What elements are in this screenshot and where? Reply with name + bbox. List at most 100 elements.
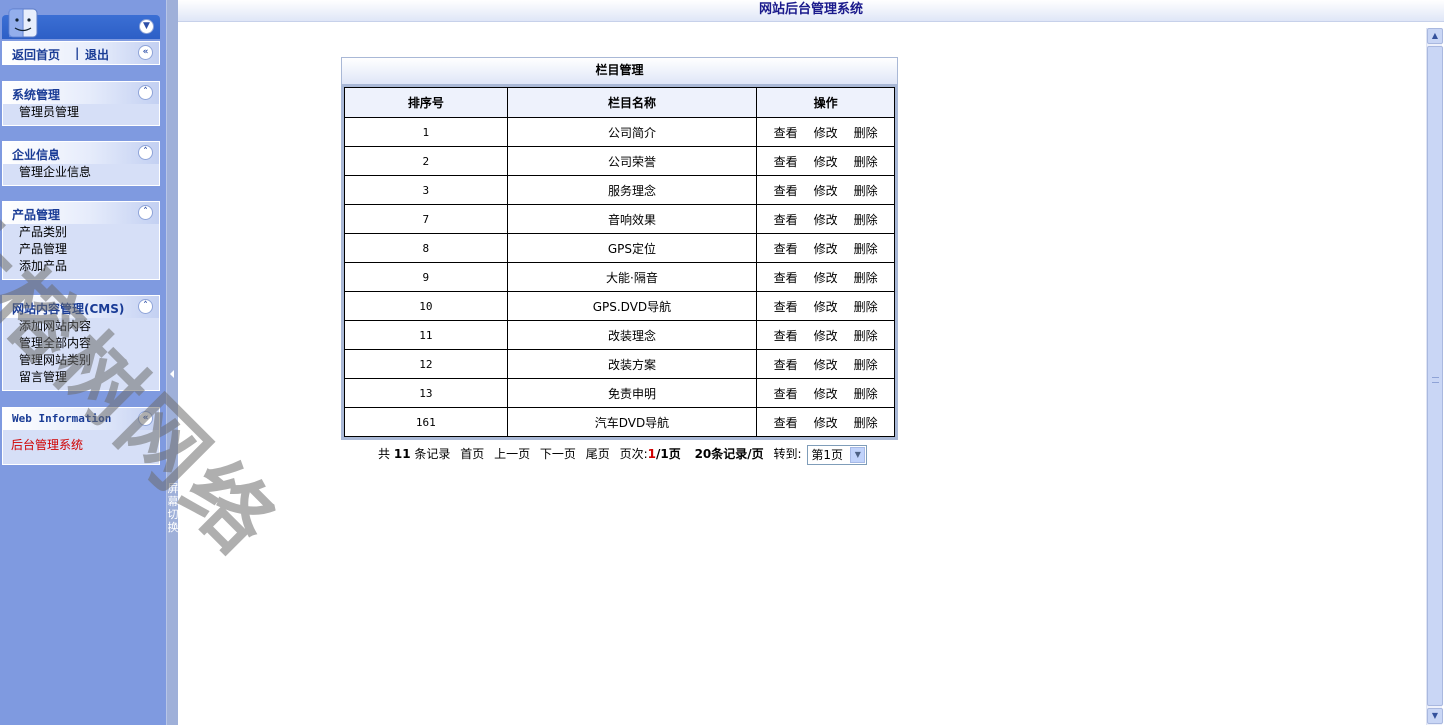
delete-link[interactable]: 删除	[854, 240, 878, 257]
edit-link[interactable]: 修改	[814, 356, 838, 373]
panel-header[interactable]: 系统管理 ˄	[3, 82, 159, 104]
row-order: 9	[344, 262, 508, 292]
row-order: 12	[344, 349, 508, 379]
table-row: 1 公司简介 查看 修改 删除	[344, 117, 895, 147]
chevron-down-icon[interactable]: ▼	[850, 446, 866, 463]
home-link[interactable]: 返回首页	[12, 46, 60, 63]
edit-link[interactable]: 修改	[814, 211, 838, 228]
panel-company: 企业信息 ˄ 管理企业信息	[2, 141, 160, 186]
frame-splitter[interactable]: 屏幕切换	[166, 0, 179, 725]
scroll-thumb[interactable]	[1427, 46, 1443, 706]
view-link[interactable]: 查看	[774, 327, 798, 344]
view-link[interactable]: 查看	[774, 211, 798, 228]
row-actions: 查看 修改 删除	[756, 175, 895, 205]
delete-link[interactable]: 删除	[854, 327, 878, 344]
panel-web-info: Web Information « 后台管理系统	[2, 407, 160, 465]
sidebar-item-all-content[interactable]: 管理全部内容	[3, 335, 159, 352]
row-actions: 查看 修改 删除	[756, 320, 895, 350]
arrow-left-icon[interactable]	[170, 370, 174, 378]
row-actions: 查看 修改 删除	[756, 204, 895, 234]
view-link[interactable]: 查看	[774, 153, 798, 170]
delete-link[interactable]: 删除	[854, 269, 878, 286]
edit-link[interactable]: 修改	[814, 240, 838, 257]
collapse-sidebar-button[interactable]: «	[138, 45, 153, 60]
edit-link[interactable]: 修改	[814, 298, 838, 315]
sidebar-item-add-product[interactable]: 添加产品	[3, 258, 159, 275]
mac-finder-icon	[8, 8, 38, 38]
category-grid: 栏目管理 排序号 栏目名称 操作 1 公司简介 查看 修改 删除 2 公司荣誉 查看 修改 删除 3…	[341, 57, 898, 440]
row-actions: 查看 修改 删除	[756, 407, 895, 437]
next-page-link[interactable]: 下一页	[540, 447, 576, 461]
view-link[interactable]: 查看	[774, 269, 798, 286]
delete-link[interactable]: 删除	[854, 153, 878, 170]
row-order: 8	[344, 233, 508, 263]
view-link[interactable]: 查看	[774, 385, 798, 402]
goto-page-select[interactable]: 第1页 ▼	[807, 444, 868, 465]
edit-link[interactable]: 修改	[814, 385, 838, 402]
row-order: 2	[344, 146, 508, 176]
sidebar-item-admin[interactable]: 管理员管理	[3, 104, 159, 121]
sidebar-item-product-manage[interactable]: 产品管理	[3, 241, 159, 258]
scroll-up-button[interactable]: ▲	[1427, 28, 1443, 44]
scroll-down-button[interactable]: ▼	[1427, 708, 1443, 724]
sidebar-item-messages[interactable]: 留言管理	[3, 369, 159, 386]
row-category-name: 服务理念	[506, 175, 758, 205]
first-page-link[interactable]: 首页	[460, 447, 484, 461]
sidebar-item-company-info[interactable]: 管理企业信息	[3, 164, 159, 181]
view-link[interactable]: 查看	[774, 356, 798, 373]
view-link[interactable]: 查看	[774, 414, 798, 431]
row-category-name: 公司荣誉	[506, 146, 758, 176]
edit-link[interactable]: 修改	[814, 414, 838, 431]
row-category-name: 汽车DVD导航	[506, 407, 758, 437]
delete-link[interactable]: 删除	[854, 414, 878, 431]
screen-switch-label[interactable]: 屏幕切换	[167, 482, 179, 534]
edit-link[interactable]: 修改	[814, 182, 838, 199]
delete-link[interactable]: 删除	[854, 298, 878, 315]
delete-link[interactable]: 删除	[854, 124, 878, 141]
view-link[interactable]: 查看	[774, 240, 798, 257]
delete-link[interactable]: 删除	[854, 211, 878, 228]
row-actions: 查看 修改 删除	[756, 291, 895, 321]
collapse-all-button[interactable]: ▼	[139, 19, 154, 34]
panel-header[interactable]: Web Information «	[3, 408, 159, 430]
prev-page-link[interactable]: 上一页	[494, 447, 530, 461]
table-row: 2 公司荣誉 查看 修改 删除	[344, 146, 895, 176]
column-header-name: 栏目名称	[506, 87, 758, 118]
table-header-row: 排序号 栏目名称 操作	[344, 87, 895, 118]
goto-label: 转到:	[773, 447, 802, 461]
logout-link[interactable]: 退出	[85, 46, 109, 63]
last-page-link[interactable]: 尾页	[586, 447, 610, 461]
panel-header[interactable]: 企业信息 ˄	[3, 142, 159, 164]
row-actions: 查看 修改 删除	[756, 378, 895, 408]
left-sidebar: ▼ 返回首页 | 退出 « 系统管理 ˄ 管理员管理 企业信息 ˄ 管理企业信息…	[0, 0, 166, 725]
panel-cms: 网站内容管理(CMS) ˄ 添加网站内容 管理全部内容 管理网站类别 留言管理	[2, 295, 160, 391]
panel-header[interactable]: 网站内容管理(CMS) ˄	[3, 296, 159, 318]
delete-link[interactable]: 删除	[854, 182, 878, 199]
edit-link[interactable]: 修改	[814, 124, 838, 141]
chevron-up-icon[interactable]: ˄	[138, 145, 153, 160]
chevron-up-icon[interactable]: ˄	[138, 205, 153, 220]
view-link[interactable]: 查看	[774, 182, 798, 199]
double-chevron-left-icon[interactable]: «	[138, 411, 153, 426]
sidebar-item-content-category[interactable]: 管理网站类别	[3, 352, 159, 369]
sidebar-item-add-content[interactable]: 添加网站内容	[3, 318, 159, 335]
edit-link[interactable]: 修改	[814, 153, 838, 170]
chevron-up-icon[interactable]: ˄	[138, 85, 153, 100]
table-row: 8 GPS定位 查看 修改 删除	[344, 233, 895, 263]
delete-link[interactable]: 删除	[854, 356, 878, 373]
panel-title: 网站内容管理(CMS)	[12, 302, 125, 316]
view-link[interactable]: 查看	[774, 124, 798, 141]
column-header-actions: 操作	[756, 87, 895, 118]
panel-header[interactable]: 产品管理 ˄	[3, 202, 159, 224]
vertical-scrollbar[interactable]: ▲ ▼	[1426, 28, 1443, 725]
chevron-up-icon[interactable]: ˄	[138, 299, 153, 314]
edit-link[interactable]: 修改	[814, 327, 838, 344]
row-order: 1	[344, 117, 508, 147]
current-page: 1	[647, 447, 656, 461]
view-link[interactable]: 查看	[774, 298, 798, 315]
panel-title: 产品管理	[12, 208, 61, 222]
per-page: 20条记录/页	[694, 447, 764, 461]
edit-link[interactable]: 修改	[814, 269, 838, 286]
delete-link[interactable]: 删除	[854, 385, 878, 402]
sidebar-item-product-category[interactable]: 产品类别	[3, 224, 159, 241]
